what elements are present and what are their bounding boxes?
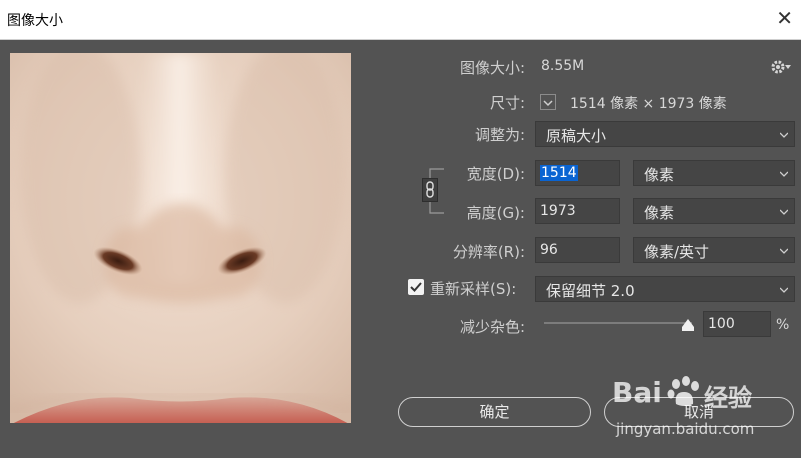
window-title: 图像大小 xyxy=(7,13,63,29)
width-input[interactable]: 1514 xyxy=(535,160,620,186)
image-preview[interactable] xyxy=(10,53,351,423)
watermark-brand: Bai xyxy=(612,376,662,409)
dimensions-dropdown-icon[interactable] xyxy=(540,94,556,110)
watermark-brand-suffix: 经验 xyxy=(704,384,752,412)
image-size-label: 图像大小: xyxy=(459,59,525,77)
chevron-down-icon xyxy=(780,171,788,177)
resample-method-value: 保留细节 2.0 xyxy=(546,282,635,300)
resample-checkbox[interactable] xyxy=(408,279,424,295)
resample-label: 重新采样(S): xyxy=(430,280,517,298)
dimensions-label: 尺寸: xyxy=(489,94,525,112)
reduce-noise-slider[interactable] xyxy=(542,315,694,331)
settings-gear-icon[interactable] xyxy=(770,57,792,77)
reduce-noise-value: 100 xyxy=(708,316,735,332)
slider-thumb[interactable] xyxy=(682,316,694,331)
ok-button[interactable]: 确定 xyxy=(398,397,591,427)
height-label: 高度(G): xyxy=(466,204,525,222)
close-icon[interactable]: ✕ xyxy=(776,6,793,30)
title-bar: 图像大小 ✕ xyxy=(0,0,801,40)
resolution-unit-select[interactable]: 像素/英寸 xyxy=(633,237,795,263)
slider-track xyxy=(544,322,692,324)
chevron-down-icon xyxy=(780,248,788,254)
checkmark-icon xyxy=(410,282,422,292)
chevron-down-icon xyxy=(780,132,788,138)
width-value: 1514 xyxy=(540,165,578,181)
width-unit-value: 像素 xyxy=(644,166,675,184)
resolution-input[interactable]: 96 xyxy=(535,237,620,263)
height-unit-value: 像素 xyxy=(644,204,675,222)
fit-to-select[interactable]: 原稿大小 xyxy=(535,121,795,147)
width-unit-select[interactable]: 像素 xyxy=(633,160,795,186)
reduce-noise-label: 减少杂色: xyxy=(459,318,525,336)
image-size-value: 8.55M xyxy=(541,58,585,74)
height-unit-select[interactable]: 像素 xyxy=(633,198,795,224)
resolution-label: 分辨率(R): xyxy=(452,243,525,261)
fit-to-value: 原稿大小 xyxy=(546,127,607,145)
baidu-watermark: Bai 经验 jingyan.baidu.com xyxy=(612,374,792,444)
link-chain-icon[interactable] xyxy=(422,178,438,202)
height-value: 1973 xyxy=(540,203,576,219)
height-input[interactable]: 1973 xyxy=(535,198,620,224)
dimensions-value: 1514 像素 × 1973 像素 xyxy=(570,96,727,112)
resample-method-select[interactable]: 保留细节 2.0 xyxy=(535,276,795,302)
chevron-down-icon xyxy=(780,287,788,293)
paw-logo-icon xyxy=(667,376,699,406)
reduce-noise-input[interactable]: 100 xyxy=(703,311,771,337)
width-label: 宽度(D): xyxy=(466,165,525,183)
resolution-value: 96 xyxy=(540,242,558,258)
nose-photo xyxy=(10,53,351,423)
watermark-url: jingyan.baidu.com xyxy=(616,420,755,438)
resolution-unit-value: 像素/英寸 xyxy=(644,243,710,261)
chevron-down-icon xyxy=(780,209,788,215)
fit-to-label: 调整为: xyxy=(474,126,525,144)
reduce-noise-unit: % xyxy=(776,317,790,333)
